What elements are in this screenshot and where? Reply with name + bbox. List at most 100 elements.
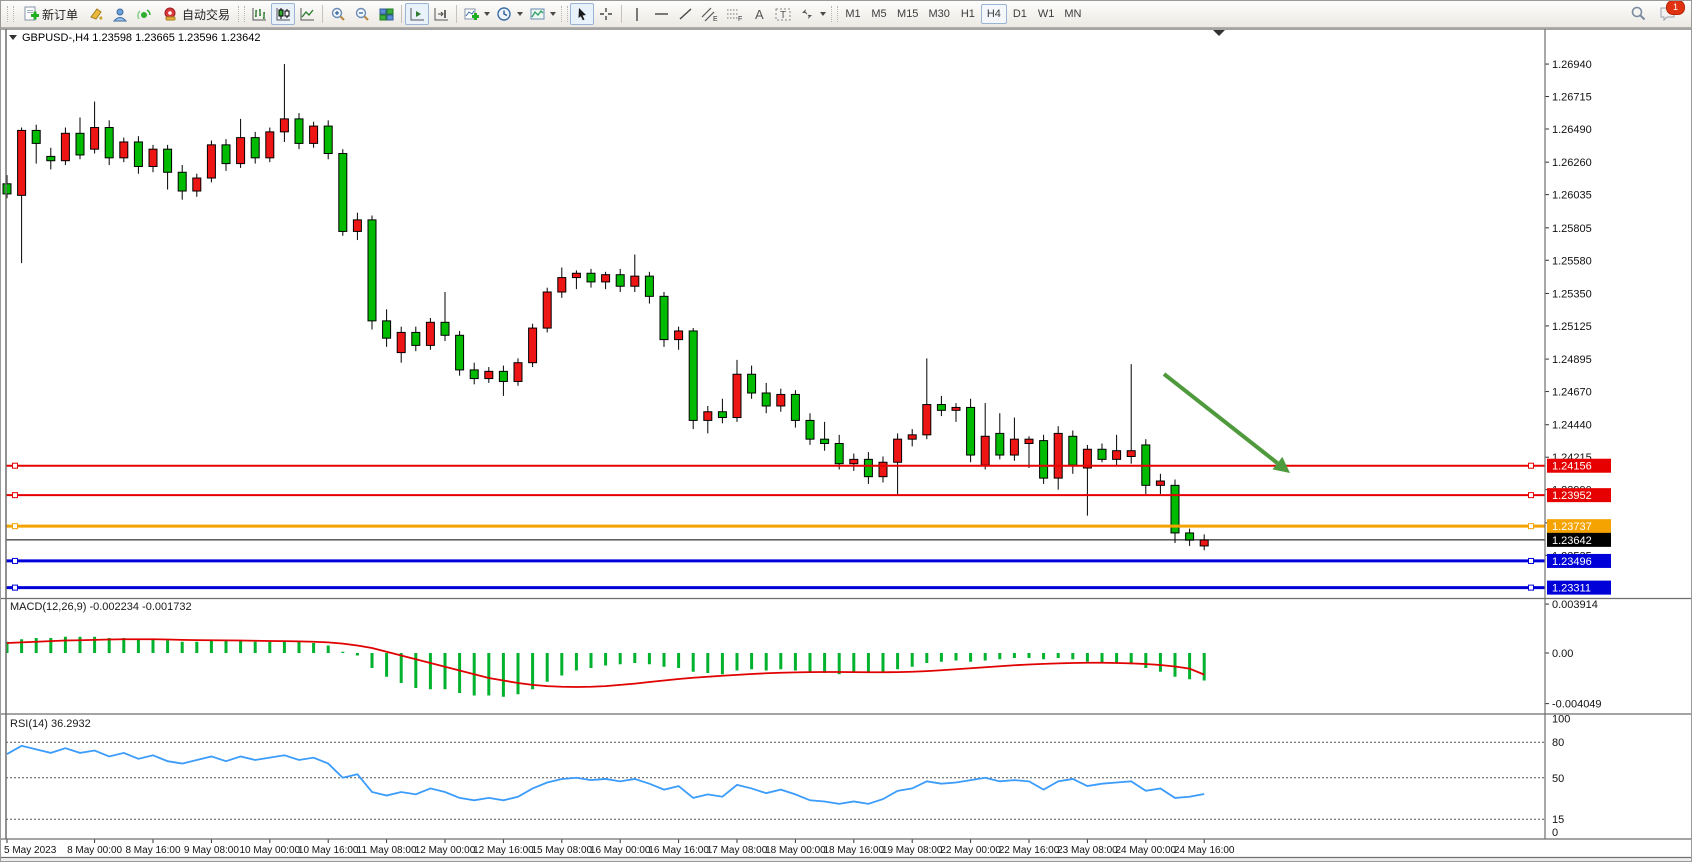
horizontal-line-button[interactable] — [649, 3, 673, 25]
rsi-axis-label: 50 — [1552, 773, 1564, 785]
candle-body — [894, 439, 902, 462]
date-axis-label: 8 May 00:00 — [67, 845, 122, 856]
candle-body — [383, 321, 391, 338]
notifications-button[interactable]: 1 — [1656, 3, 1681, 25]
toolbar-separator — [322, 5, 323, 23]
chart-shift-button[interactable] — [429, 3, 453, 25]
toolbar-group-objects — [460, 1, 559, 27]
line-handle[interactable] — [13, 463, 18, 468]
dropdown-arrow-icon — [484, 12, 490, 16]
line-handle[interactable] — [1529, 524, 1534, 529]
timeframe-button-M1[interactable]: M1 — [840, 4, 866, 24]
text-label-button[interactable]: T — [771, 3, 796, 25]
tile-windows-button[interactable] — [374, 3, 398, 25]
candlestick-chart-icon — [275, 6, 292, 23]
price-axis-label: 1.25805 — [1552, 223, 1592, 235]
dropdown-arrow-icon — [820, 12, 826, 16]
zoom-out-button[interactable] — [350, 3, 374, 25]
arrows-button[interactable] — [796, 3, 829, 25]
styler-button[interactable] — [84, 3, 108, 25]
auto-scroll-button[interactable] — [405, 3, 429, 25]
vertical-line-button[interactable] — [625, 3, 649, 25]
price-axis-label: 1.24895 — [1552, 354, 1592, 366]
indicators-icon — [463, 6, 480, 23]
date-axis-label: 24 May 00:00 — [1115, 845, 1176, 856]
toolbar-separator — [621, 5, 622, 23]
line-handle[interactable] — [1529, 463, 1534, 468]
dropdown-arrow-icon — [517, 12, 523, 16]
candlestick-chart-button[interactable] — [271, 3, 295, 25]
candle-body — [923, 405, 931, 435]
candle-body — [1069, 436, 1077, 465]
candle-body — [222, 145, 230, 164]
macd-axis-label: 0.003914 — [1552, 599, 1598, 611]
chart-canvas[interactable]: 1.269401.267151.264901.262601.260351.258… — [1, 1, 1692, 862]
date-axis-label: 8 May 16:00 — [125, 845, 180, 856]
candle-body — [514, 363, 522, 382]
equidistant-channel-button[interactable]: E — [697, 3, 722, 25]
line-handle[interactable] — [13, 585, 18, 590]
timeframe-button-MN[interactable]: MN — [1059, 4, 1086, 24]
templates-button[interactable] — [526, 3, 559, 25]
trendline-icon — [677, 6, 694, 23]
timeframe-bar: M1M5M15M30H1H4D1W1MN — [840, 1, 1086, 27]
bar-chart-button[interactable] — [247, 3, 271, 25]
new-order-button[interactable]: 新订单 — [16, 3, 84, 25]
line-handle[interactable] — [1529, 493, 1534, 498]
line-handle[interactable] — [13, 524, 18, 529]
trendline-button[interactable] — [673, 3, 697, 25]
indicators-button[interactable] — [460, 3, 493, 25]
line-handle[interactable] — [1529, 585, 1534, 590]
candle-body — [850, 459, 858, 463]
auto-trading-button[interactable]: 自动交易 — [156, 3, 236, 25]
text-button[interactable]: A — [747, 3, 771, 25]
candle-body — [645, 276, 653, 296]
candle-body — [1010, 439, 1018, 455]
timeframe-button-M30[interactable]: M30 — [923, 4, 954, 24]
toolbar-grip — [831, 6, 838, 22]
signal-button[interactable] — [132, 3, 156, 25]
line-handle[interactable] — [13, 558, 18, 563]
candle-body — [353, 220, 361, 232]
candle-body — [718, 412, 726, 418]
line-handle[interactable] — [1529, 558, 1534, 563]
timeframe-button-W1[interactable]: W1 — [1033, 4, 1060, 24]
price-axis-label: 1.25350 — [1552, 288, 1592, 300]
search-button[interactable] — [1626, 3, 1650, 25]
crosshair-icon — [598, 6, 615, 23]
date-axis-label: 10 May 16:00 — [298, 845, 359, 856]
line-price-label: 1.24156 — [1552, 461, 1592, 473]
candle-body — [18, 130, 26, 195]
date-axis-label: 24 May 16:00 — [1174, 845, 1235, 856]
chat-bubble-icon: 1 — [1659, 5, 1678, 23]
zoom-in-button[interactable] — [326, 3, 350, 25]
line-price-label: 1.23311 — [1552, 583, 1591, 595]
cursor-button[interactable] — [570, 3, 594, 25]
timeframe-button-H1[interactable]: H1 — [955, 4, 981, 24]
periods-button[interactable] — [493, 3, 526, 25]
candle-body — [864, 459, 872, 476]
candle-body — [149, 149, 157, 166]
line-chart-button[interactable] — [295, 3, 319, 25]
candle-body — [251, 138, 259, 158]
candle-body — [485, 371, 493, 378]
fibonacci-button[interactable]: F — [722, 3, 747, 25]
candle-body — [660, 296, 668, 339]
date-axis-label: 16 May 16:00 — [648, 845, 709, 856]
timeframe-button-M15[interactable]: M15 — [892, 4, 923, 24]
toolbar-separator — [401, 5, 402, 23]
candle-body — [207, 145, 215, 178]
date-axis-label: 11 May 08:00 — [357, 845, 417, 856]
candle-body — [1040, 441, 1048, 479]
price-axis-label: 1.26260 — [1552, 157, 1592, 169]
arrows-icon — [799, 6, 816, 23]
community-button[interactable] — [108, 3, 132, 25]
crosshair-button[interactable] — [594, 3, 618, 25]
candle-body — [675, 331, 683, 340]
price-axis-label: 1.26940 — [1552, 59, 1592, 71]
timeframe-button-D1[interactable]: D1 — [1007, 4, 1033, 24]
candle-body — [616, 275, 624, 287]
timeframe-button-M5[interactable]: M5 — [866, 4, 892, 24]
timeframe-button-H4[interactable]: H4 — [981, 4, 1007, 24]
line-handle[interactable] — [13, 493, 18, 498]
